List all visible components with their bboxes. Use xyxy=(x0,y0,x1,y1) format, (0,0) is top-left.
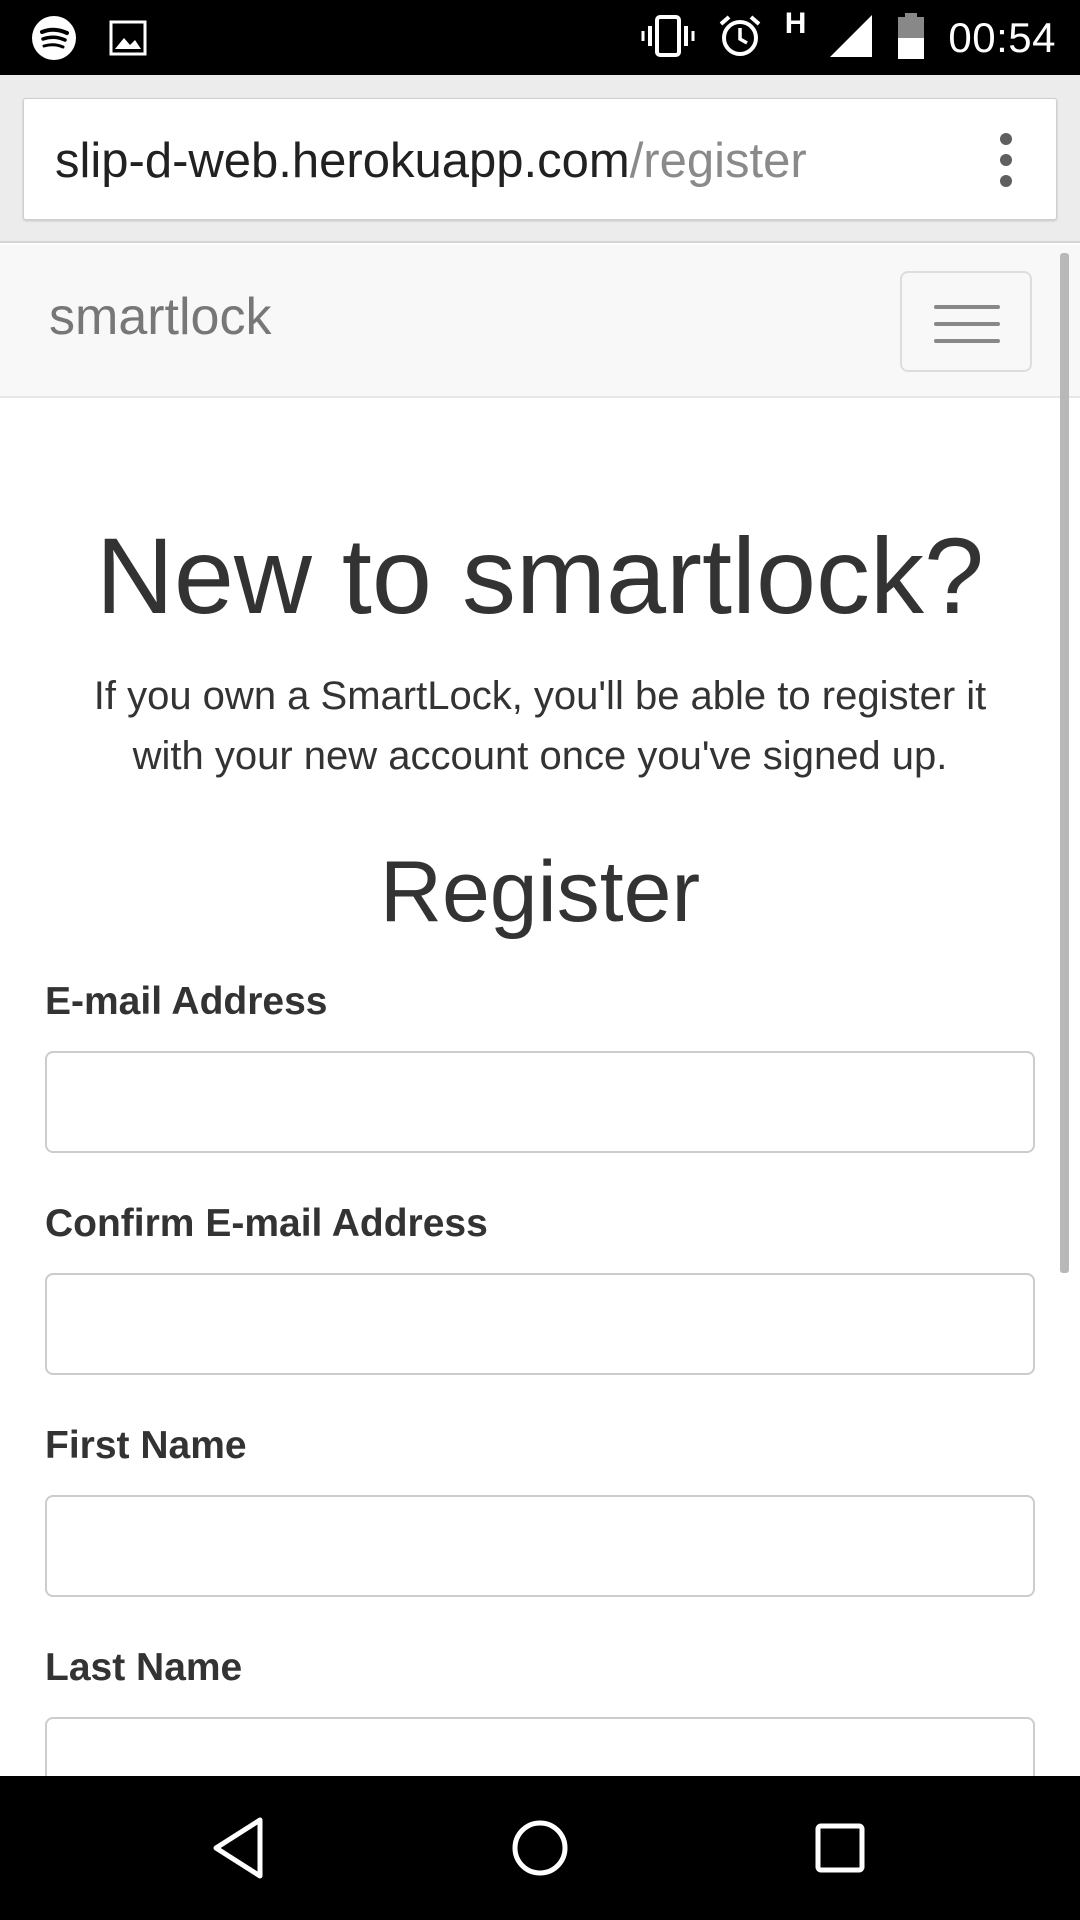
last-name-label: Last Name xyxy=(45,1646,243,1689)
site-navbar: smartlock xyxy=(0,245,1080,398)
clock: 00:54 xyxy=(948,14,1056,61)
home-icon[interactable] xyxy=(504,1812,576,1884)
overflow-menu-icon[interactable] xyxy=(1000,133,1012,187)
hamburger-icon-bar xyxy=(934,322,1000,326)
system-nav-bar xyxy=(0,1776,1080,1920)
url-path: /register xyxy=(629,134,807,188)
hero-subtitle: If you own a SmartLock, you'll be able t… xyxy=(93,674,987,778)
email-label: E-mail Address xyxy=(45,980,328,1023)
email-field[interactable] xyxy=(45,1051,1035,1153)
network-type: H xyxy=(784,7,807,40)
confirm-email-label: Confirm E-mail Address xyxy=(45,1202,488,1245)
navbar-toggle-button[interactable] xyxy=(900,271,1032,372)
status-bar: H 00:54 xyxy=(0,0,1080,75)
signal-icon xyxy=(828,13,874,64)
back-icon[interactable] xyxy=(204,1812,276,1884)
recents-icon[interactable] xyxy=(804,1812,876,1884)
first-name-label: First Name xyxy=(45,1424,247,1467)
image-icon xyxy=(108,18,148,63)
url-host: slip-d-web.herokuapp.com xyxy=(55,134,630,188)
battery-icon xyxy=(896,12,926,65)
first-name-field[interactable] xyxy=(45,1495,1035,1597)
spotify-icon xyxy=(30,14,78,67)
hamburger-icon xyxy=(934,305,1000,309)
alarm-icon xyxy=(717,13,763,64)
last-name-field[interactable] xyxy=(45,1717,1035,1776)
hero-title: New to smartlock? xyxy=(95,515,985,636)
page-scrollbar[interactable] xyxy=(1060,253,1069,1273)
vibrate-icon xyxy=(641,14,695,63)
hamburger-icon-bar xyxy=(934,339,1000,343)
brand-link[interactable]: smartlock xyxy=(49,287,271,347)
url-bar[interactable]: slip-d-web.herokuapp.com/register xyxy=(23,98,1057,220)
confirm-email-field[interactable] xyxy=(45,1273,1035,1375)
url-text[interactable]: slip-d-web.herokuapp.com/register xyxy=(55,133,807,189)
web-page: smartlock New to smartlock? If you own a… xyxy=(0,243,1080,1776)
browser-toolbar: slip-d-web.herokuapp.com/register xyxy=(0,75,1080,243)
register-heading: Register xyxy=(379,844,701,940)
